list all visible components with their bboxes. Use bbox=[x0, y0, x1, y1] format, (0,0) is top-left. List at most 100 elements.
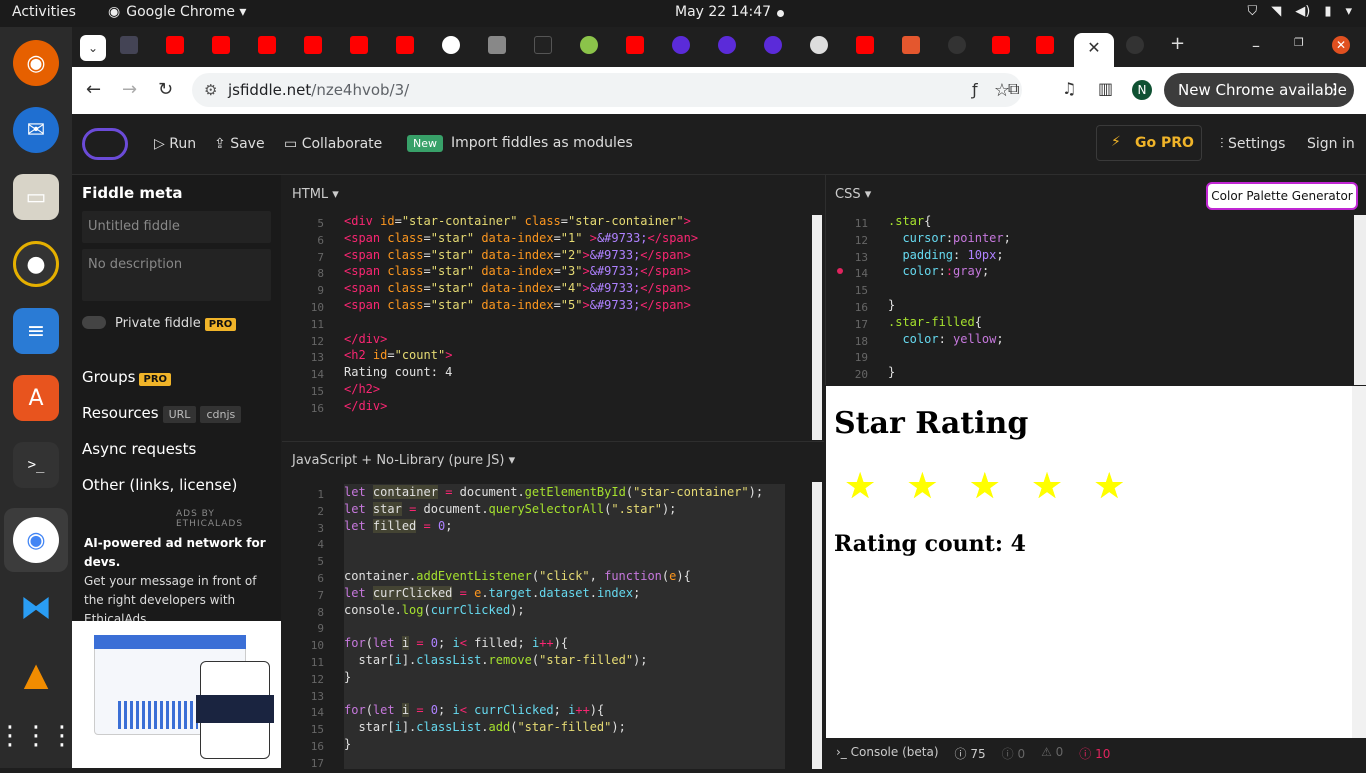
resources-link[interactable]: Resources URL cdnjs bbox=[82, 404, 242, 423]
settings-button[interactable]: ⫶ Settings bbox=[1220, 136, 1285, 152]
description-input[interactable]: No description bbox=[82, 249, 271, 301]
url-input[interactable]: ⚙ jsfiddle.net/nze4hvob/3/ ☆ bbox=[192, 73, 1022, 107]
star-5[interactable]: ★ bbox=[1093, 466, 1125, 507]
ad-image[interactable] bbox=[72, 621, 281, 768]
firefox-icon[interactable]: ◉ bbox=[13, 40, 59, 86]
tab-active-close[interactable]: ✕ bbox=[1074, 33, 1114, 67]
star-4[interactable]: ★ bbox=[1031, 466, 1063, 507]
profile-avatar[interactable]: N bbox=[1132, 80, 1152, 100]
tab-c-icon[interactable] bbox=[718, 36, 736, 54]
css-panel-header[interactable]: CSS ▾ bbox=[835, 187, 871, 202]
run-button[interactable]: ▷ Run bbox=[154, 136, 196, 152]
js-panel-header[interactable]: JavaScript + No-Library (pure JS) ▾ bbox=[292, 453, 515, 468]
html-code: <div id="star-container" class="star-con… bbox=[344, 214, 699, 413]
sign-in-link[interactable]: Sign in bbox=[1307, 136, 1355, 152]
tab-jsfiddle-icon[interactable] bbox=[120, 36, 138, 54]
files-icon[interactable]: ▭ bbox=[13, 174, 59, 220]
tab-youtube-icon[interactable] bbox=[304, 36, 322, 54]
tab-c-icon[interactable] bbox=[764, 36, 782, 54]
chrome-icon[interactable]: ◉ bbox=[13, 517, 59, 563]
tab-github-icon[interactable] bbox=[1126, 36, 1144, 54]
html-editor-panel[interactable]: HTML ▾ 5 6 7 8 9 10 11 12 13 14 15 16 <div id="star… bbox=[282, 175, 824, 440]
site-info-icon[interactable]: ⚙ bbox=[204, 81, 217, 99]
tab-youtube-icon[interactable] bbox=[626, 36, 644, 54]
log-count: ⓘ 0 bbox=[1001, 747, 1026, 761]
close-window-icon[interactable]: ✕ bbox=[1332, 36, 1350, 54]
clock[interactable]: May 22 14:47 bbox=[675, 4, 771, 20]
tab-c-icon[interactable] bbox=[672, 36, 690, 54]
extensions-icon[interactable]: ⧉ bbox=[1008, 79, 1019, 99]
collaborate-button[interactable]: ▭ Collaborate bbox=[284, 136, 382, 152]
jsfiddle-logo-icon[interactable] bbox=[82, 128, 128, 160]
new-chrome-button[interactable]: New Chrome available ⋮ bbox=[1164, 73, 1354, 107]
groups-link[interactable]: Groups PRO bbox=[82, 368, 172, 386]
app-menu[interactable]: ◉ Google Chrome ▾ bbox=[108, 4, 246, 20]
title-input[interactable]: Untitled fiddle bbox=[82, 211, 271, 243]
go-pro-button[interactable]: ⚡ Go PRO bbox=[1096, 125, 1202, 161]
js-scrollbar[interactable] bbox=[812, 482, 822, 769]
url-badge[interactable]: URL bbox=[162, 406, 197, 423]
rhythmbox-icon[interactable]: ● bbox=[13, 241, 59, 287]
app-grid-icon[interactable]: ⋮⋮⋮ bbox=[0, 713, 75, 759]
result-scrollbar[interactable] bbox=[1352, 386, 1366, 738]
vscode-icon[interactable]: ⧓ bbox=[13, 584, 59, 630]
tab-youtube-icon[interactable] bbox=[212, 36, 230, 54]
private-toggle[interactable] bbox=[82, 316, 106, 329]
writer-icon[interactable]: ≡ bbox=[13, 308, 59, 354]
forward-icon[interactable]: → bbox=[122, 79, 137, 100]
async-requests-link[interactable]: Async requests bbox=[82, 440, 196, 458]
app-center-icon[interactable]: A bbox=[13, 375, 59, 421]
tab-info-icon[interactable] bbox=[534, 36, 552, 54]
console-toggle[interactable]: ›_ Console (beta) bbox=[836, 745, 939, 768]
tab-youtube-icon[interactable] bbox=[992, 36, 1010, 54]
html-scrollbar[interactable] bbox=[812, 215, 822, 440]
star-container: ★ ★ ★ ★ ★ bbox=[844, 466, 1125, 507]
tab-brave-icon[interactable] bbox=[902, 36, 920, 54]
tab-green-icon[interactable] bbox=[580, 36, 598, 54]
error-count: ⓘ 10 bbox=[1079, 747, 1111, 761]
vlc-icon[interactable]: ▲ bbox=[13, 651, 59, 697]
color-palette-generator-button[interactable]: Color Palette Generator bbox=[1206, 182, 1358, 210]
save-button[interactable]: ⇪ Save bbox=[214, 136, 265, 152]
thunderbird-icon[interactable]: ✉ bbox=[13, 107, 59, 153]
terminal-icon[interactable]: >_ bbox=[13, 442, 59, 488]
back-icon[interactable]: ← bbox=[86, 79, 101, 100]
other-link[interactable]: Other (links, license) bbox=[82, 476, 237, 494]
extension-f-icon[interactable]: ƒ bbox=[972, 80, 978, 99]
side-panel-icon[interactable]: ▥ bbox=[1098, 79, 1113, 98]
console-bar[interactable]: ›_ Console (beta) ⓘ 75 ⓘ 0 ⚠ 0 ⓘ 10 bbox=[826, 738, 1352, 768]
ads-label: ADS BY ETHICALADS bbox=[176, 509, 244, 529]
activities-button[interactable]: Activities bbox=[12, 4, 76, 20]
tab-youtube-icon[interactable] bbox=[856, 36, 874, 54]
info-count: ⓘ 75 bbox=[954, 747, 986, 761]
ad-title[interactable]: AI-powered ad network for devs. bbox=[84, 534, 274, 572]
tab-youtube-icon[interactable] bbox=[166, 36, 184, 54]
reload-icon[interactable]: ↻ bbox=[158, 79, 173, 100]
tab-chatgpt-icon[interactable] bbox=[810, 36, 828, 54]
tab-codesandbox-icon[interactable] bbox=[488, 36, 506, 54]
minimize-icon[interactable]: – bbox=[1252, 36, 1270, 55]
tab-youtube-icon[interactable] bbox=[396, 36, 414, 54]
import-modules-link[interactable]: New Import fiddles as modules bbox=[407, 135, 633, 152]
tab-google-icon[interactable] bbox=[442, 36, 460, 54]
star-1[interactable]: ★ bbox=[844, 466, 876, 507]
shield-icon: ⛉ bbox=[1247, 4, 1258, 19]
tab-youtube-icon[interactable] bbox=[350, 36, 368, 54]
css-scrollbar[interactable] bbox=[1354, 215, 1366, 385]
terminal-icon: ›_ bbox=[836, 745, 851, 759]
new-tab-button[interactable]: + bbox=[1170, 35, 1188, 54]
system-tray[interactable]: ⛉ ◥ ◀) ▮ ▾ bbox=[1247, 4, 1352, 19]
tab-search-button[interactable]: ⌄ bbox=[80, 35, 106, 61]
tab-youtube-icon[interactable] bbox=[1036, 36, 1054, 54]
html-panel-header[interactable]: HTML ▾ bbox=[292, 187, 339, 202]
tab-youtube-icon[interactable] bbox=[258, 36, 276, 54]
tab-github-icon[interactable] bbox=[948, 36, 966, 54]
upload-icon: ⇪ bbox=[214, 136, 231, 152]
media-icon[interactable]: ♫ bbox=[1062, 79, 1076, 98]
star-2[interactable]: ★ bbox=[906, 466, 938, 507]
result-title: Star Rating bbox=[834, 406, 1029, 441]
maximize-icon[interactable]: ❐ bbox=[1294, 36, 1312, 54]
star-3[interactable]: ★ bbox=[969, 466, 1001, 507]
js-editor-panel[interactable]: JavaScript + No-Library (pure JS) ▾ 1234… bbox=[282, 441, 824, 770]
cdnjs-badge[interactable]: cdnjs bbox=[200, 406, 242, 423]
